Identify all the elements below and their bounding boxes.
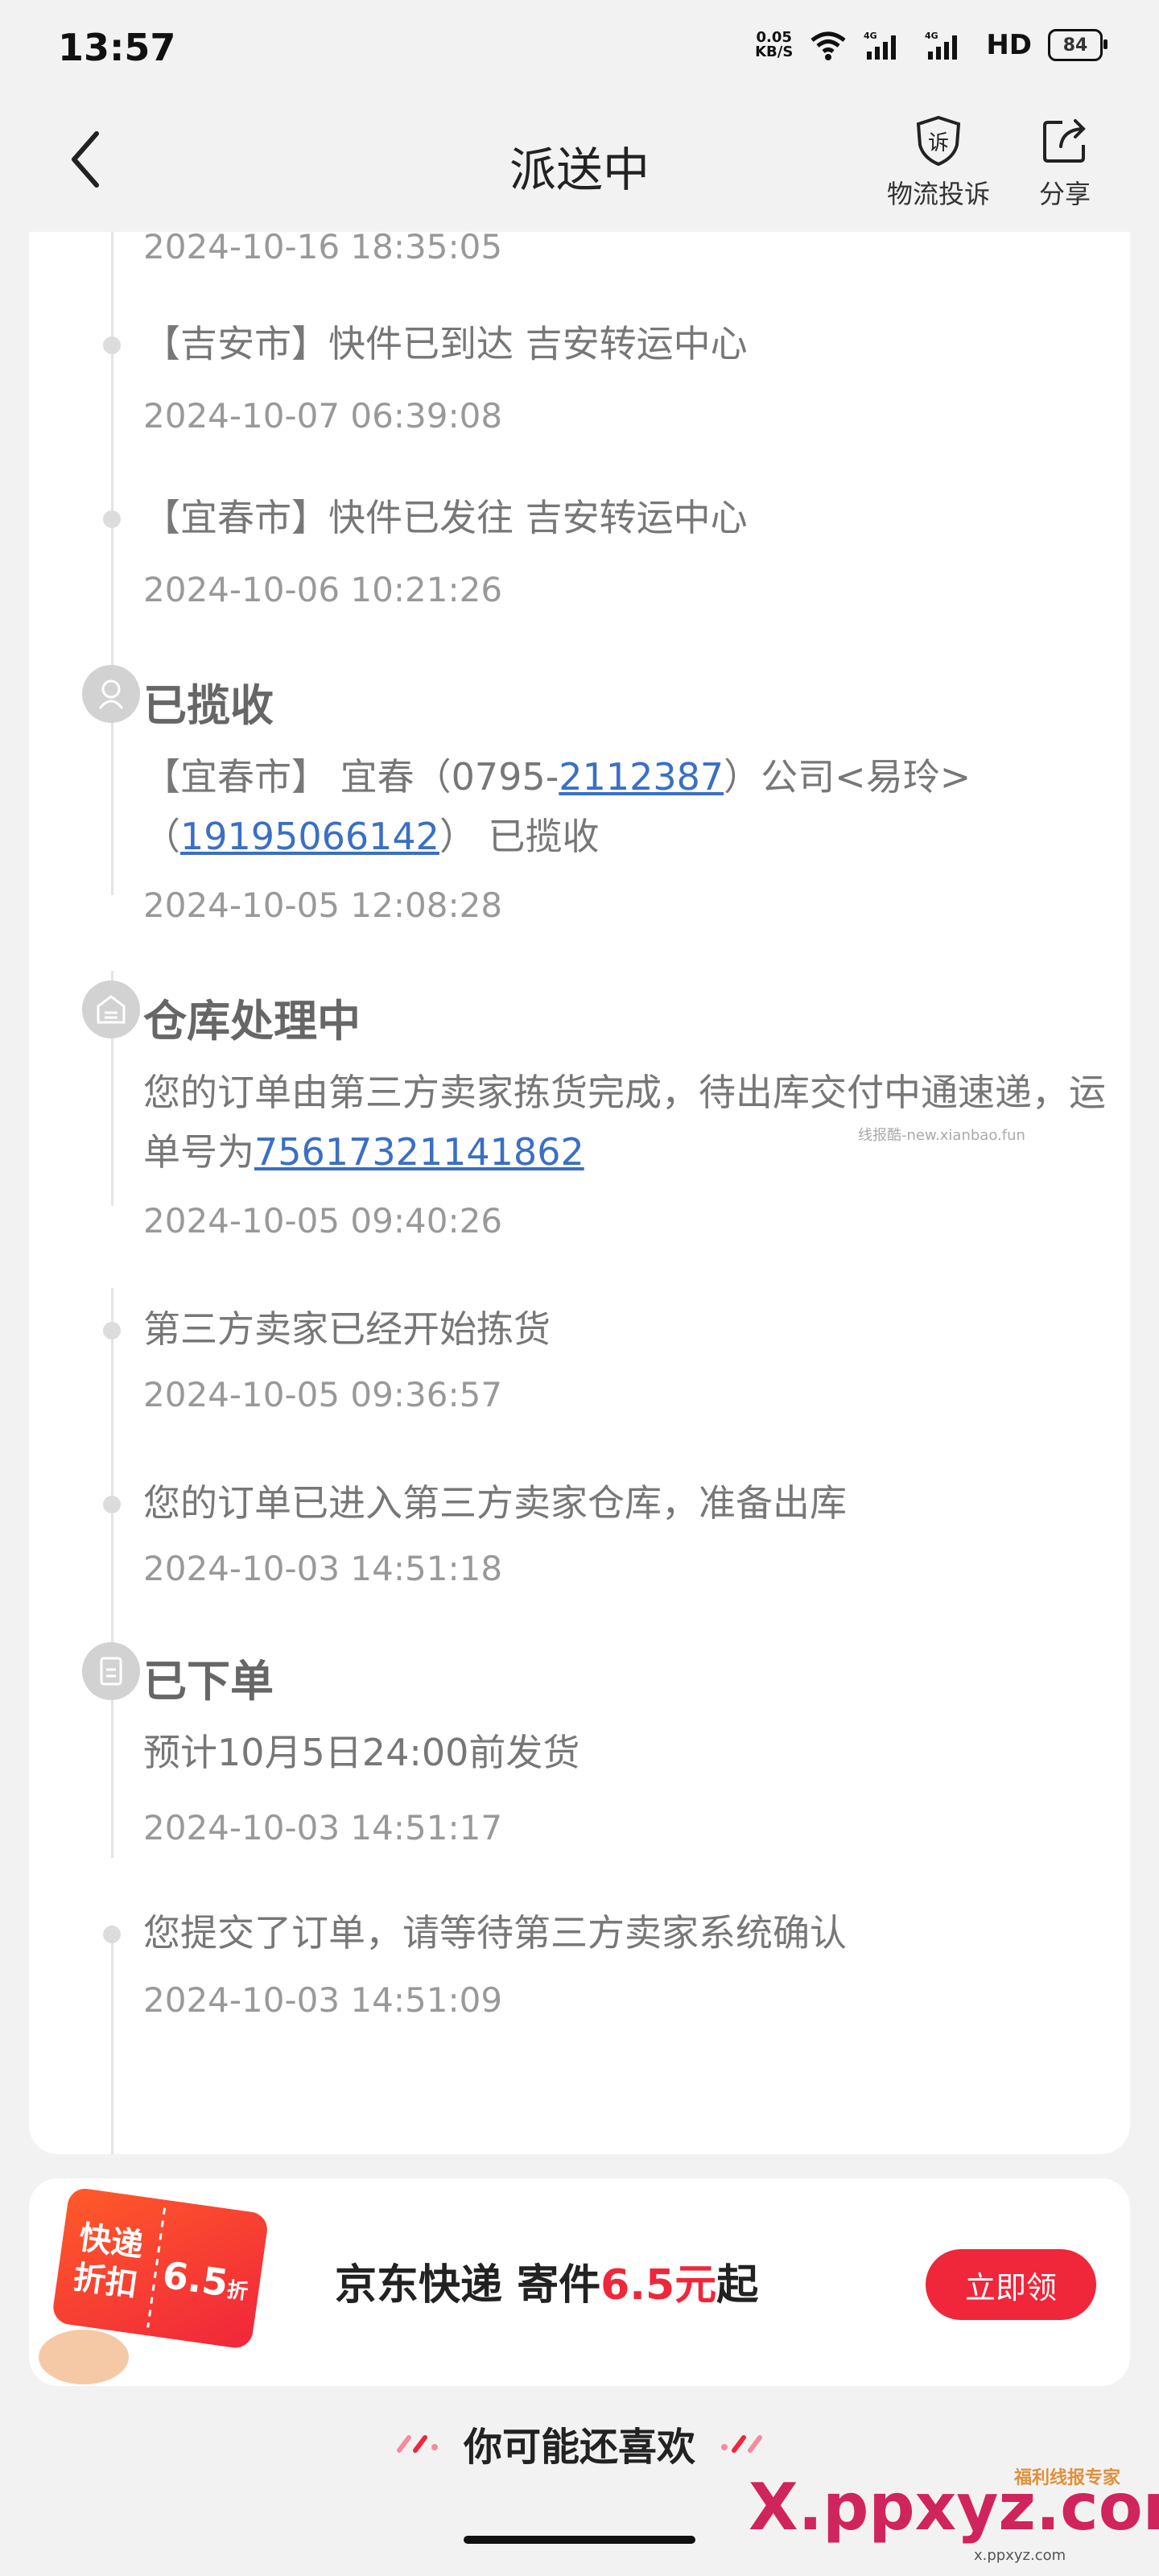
event-time: 2024-10-05 09:36:57 <box>143 1375 503 1414</box>
recommend-header: 你可能还喜欢 <box>0 2407 1159 2479</box>
warehouse-node-icon <box>82 980 140 1038</box>
home-indicator[interactable] <box>464 2536 695 2544</box>
nav-bar: 派送中 诉 物流投诉 分享 <box>0 97 1159 232</box>
status-title: 已下单 <box>143 1656 274 1707</box>
signal-icon: 4G <box>864 31 897 60</box>
timeline-dot <box>103 1926 121 1943</box>
clock: 13:57 <box>58 26 176 69</box>
wifi-icon <box>810 31 846 60</box>
status-bar: 13:57 0.05 KB/S 4G 4G HD 84 <box>0 0 1159 97</box>
timeline-line <box>111 1926 113 2154</box>
signal-icon: 4G <box>925 31 958 60</box>
claim-button[interactable]: 立即领 <box>926 2249 1096 2320</box>
event-time: 2024-10-05 12:08:28 <box>143 886 503 925</box>
promo-text: 京东快递 寄件6.5元起 <box>335 2261 759 2310</box>
status-title: 已揽收 <box>143 680 274 731</box>
recommend-title: 你可能还喜欢 <box>463 2425 695 2470</box>
share-icon <box>1043 119 1086 163</box>
logistics-timeline: 2024-10-16 18:35:05 【吉安市】快件已到达 吉安转运中心 20… <box>29 232 1130 2154</box>
event-description: 您的订单由第三方卖家拣货完成，待出库交付中通速递，运单号为75617321141… <box>143 1071 1106 1174</box>
discount-coupon-icon: 快递 折扣 6.5 折 <box>39 2188 267 2384</box>
event-time: 2024-10-03 14:51:17 <box>143 1808 503 1847</box>
svg-text:4G: 4G <box>864 31 877 41</box>
status-title: 仓库处理中 <box>143 996 361 1046</box>
share-button[interactable]: 分享 <box>1038 114 1091 211</box>
shield-icon: 诉 <box>916 115 961 167</box>
hd-indicator: HD <box>986 29 1032 61</box>
timeline-line <box>111 232 113 895</box>
event-time: 2024-10-03 14:51:18 <box>143 1549 503 1588</box>
event-description: 您提交了订单，请等待第三方卖家系统确认 <box>143 1911 847 1955</box>
timeline-line <box>111 1288 113 1858</box>
timeline-dot <box>103 1496 121 1513</box>
share-label: 分享 <box>1038 179 1091 209</box>
event-description: 第三方卖家已经开始拣货 <box>143 1307 551 1351</box>
status-icons: 0.05 KB/S 4G 4G HD 84 <box>755 29 1107 61</box>
event-time: 2024-10-06 10:21:26 <box>143 570 503 609</box>
event-description: 【宜春市】快件已发往 吉安转运中心 <box>143 496 748 539</box>
event-time: 2024-10-16 18:35:05 <box>143 232 503 266</box>
watermark: 线报酷-new.xianbao.fun <box>858 1127 1025 1144</box>
express-promo-card[interactable]: 快递 折扣 6.5 折 京东快递 寄件6.5元起 立即领 <box>29 2178 1130 2386</box>
brand-url: x.ppxyz.com <box>974 2547 1066 2564</box>
phone-link[interactable]: 19195066142 <box>180 815 439 858</box>
svg-text:折: 折 <box>225 2278 250 2305</box>
event-description: 您的订单已进入第三方卖家仓库，准备出库 <box>143 1481 847 1525</box>
brand-watermark: X.ppxyz.com <box>749 2470 1159 2545</box>
event-time: 2024-10-05 09:40:26 <box>143 1201 503 1241</box>
event-description: 【吉安市】快件已到达 吉安转运中心 <box>143 322 748 365</box>
svg-text:诉: 诉 <box>928 131 949 155</box>
event-time: 2024-10-03 14:51:09 <box>143 1980 503 2020</box>
timeline-dot <box>103 336 121 354</box>
complaint-label: 物流投诉 <box>887 179 991 209</box>
event-description: 预计10月5日24:00前发货 <box>143 1731 580 1774</box>
complaint-button[interactable]: 诉 物流投诉 <box>887 114 990 211</box>
timeline-dot <box>103 1322 121 1340</box>
svg-text:6.5: 6.5 <box>160 2252 231 2305</box>
courier-node-icon <box>82 665 140 723</box>
timeline-dot <box>103 510 121 528</box>
battery-icon: 84 <box>1048 29 1107 61</box>
network-speed: 0.05 KB/S <box>755 29 794 60</box>
event-time: 2024-10-07 06:39:08 <box>143 396 503 436</box>
decoration-icon <box>721 2435 762 2453</box>
decoration-icon <box>396 2435 438 2453</box>
svg-text:4G: 4G <box>925 31 938 41</box>
event-description: 【宜春市】 宜春（0795-2112387）公司<易玲> （19195066142… <box>143 755 971 858</box>
phone-link[interactable]: 2112387 <box>559 755 724 799</box>
waybill-link[interactable]: 75617321141862 <box>254 1130 584 1174</box>
order-node-icon <box>82 1642 140 1700</box>
